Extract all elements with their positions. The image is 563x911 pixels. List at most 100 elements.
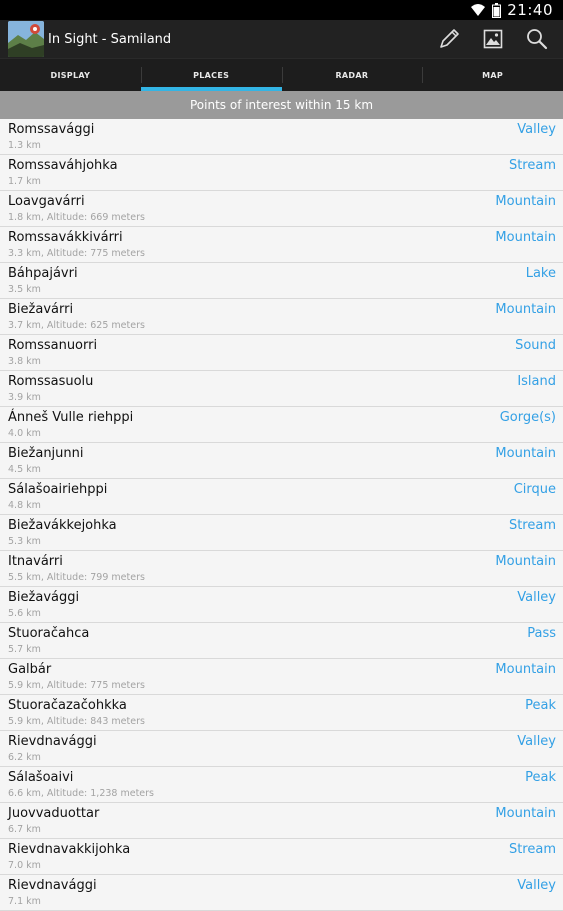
place-type: Valley [517, 734, 556, 749]
list-item[interactable]: Romssaváhjohka 1.7 km Stream [0, 155, 563, 191]
place-type: Sound [515, 338, 556, 353]
place-detail: 6.2 km [8, 752, 41, 763]
place-type: Pass [527, 626, 556, 641]
place-detail: 4.5 km [8, 464, 41, 475]
list-item[interactable]: Biežanjunni 4.5 km Mountain [0, 443, 563, 479]
place-name: Ánneš Vulle riehppi [8, 410, 134, 425]
list-item[interactable]: Itnavárri 5.5 km, Altitude: 799 meters Mou… [0, 551, 563, 587]
place-detail: 1.7 km [8, 176, 41, 187]
place-type: Mountain [495, 806, 556, 821]
list-item[interactable]: Sálašoaivi 6.6 km, Altitude: 1,238 meters… [0, 767, 563, 803]
place-type: Gorge(s) [499, 410, 556, 425]
place-detail: 6.7 km [8, 824, 41, 835]
place-detail: 5.7 km [8, 644, 41, 655]
place-detail: 5.5 km, Altitude: 799 meters [8, 572, 145, 583]
wifi-icon [470, 3, 486, 17]
list-item[interactable]: Romssanuorri 3.8 km Sound [0, 335, 563, 371]
list-item[interactable]: Romssavákkivárri 3.3 km, Altitude: 775 me… [0, 227, 563, 263]
list-item[interactable]: Loavgavárri 1.8 km, Altitude: 669 meters M… [0, 191, 563, 227]
place-name: Biežanjunni [8, 446, 84, 461]
tab-map[interactable]: MAP [422, 59, 563, 91]
place-name: Rievdnavággi [8, 734, 97, 749]
place-type: Lake [525, 266, 556, 281]
place-type: Mountain [495, 446, 556, 461]
place-name: Biežavákkejohka [8, 518, 117, 533]
app-title: In Sight - Samiland [48, 31, 172, 47]
place-detail: 5.6 km [8, 608, 41, 619]
place-type: Stream [508, 842, 556, 857]
place-detail: 6.6 km, Altitude: 1,238 meters [8, 788, 155, 799]
list-item[interactable]: Ánneš Vulle riehppi 4.0 km Gorge(s) [0, 407, 563, 443]
tab-display[interactable]: DISPLAY [0, 59, 141, 91]
place-name: Romssavággi [8, 122, 95, 137]
place-detail: 3.3 km, Altitude: 775 meters [8, 248, 145, 259]
place-type: Mountain [495, 302, 556, 317]
section-header: Points of interest within 15 km [0, 91, 563, 119]
place-name: Stuoračazačohkka [8, 698, 127, 713]
list-item[interactable]: Biežavággi 5.6 km Valley [0, 587, 563, 623]
place-type: Cirque [513, 482, 556, 497]
list-item[interactable]: Galbár 5.9 km, Altitude: 775 meters Mounta… [0, 659, 563, 695]
status-bar: 21:40 [0, 0, 563, 20]
status-time: 21:40 [507, 1, 553, 19]
place-name: Sálašoairiehppi [8, 482, 108, 497]
place-detail: 5.9 km, Altitude: 843 meters [8, 716, 145, 727]
list-item[interactable]: Juovvaduottar 6.7 km Mountain [0, 803, 563, 839]
tab-places[interactable]: PLACES [140, 59, 282, 91]
place-type: Peak [525, 770, 556, 785]
place-name: Rievdnavakkijohka [8, 842, 131, 857]
place-detail: 5.3 km [8, 536, 41, 547]
place-name: Juovvaduottar [8, 806, 100, 821]
place-name: Báhpajávri [8, 266, 78, 281]
list-item[interactable]: Biežavárri 3.7 km, Altitude: 625 meters Mo… [0, 299, 563, 335]
place-type: Stream [508, 158, 556, 173]
list-item[interactable]: Báhpajávri 3.5 km Lake [0, 263, 563, 299]
poi-list: Romssavággi 1.3 km Valley Romssaváhjohka 1.7… [0, 119, 563, 911]
place-type: Valley [517, 590, 556, 605]
place-detail: 7.0 km [8, 860, 41, 871]
place-detail: 5.9 km, Altitude: 775 meters [8, 680, 145, 691]
place-name: Romssanuorri [8, 338, 98, 353]
list-item[interactable]: Rievdnavággi 6.2 km Valley [0, 731, 563, 767]
list-item[interactable]: Rievdnavággi 7.1 km Valley [0, 875, 563, 911]
place-type: Mountain [495, 662, 556, 677]
list-item[interactable]: Biežavákkejohka 5.3 km Stream [0, 515, 563, 551]
list-item[interactable]: Stuoračahca 5.7 km Pass [0, 623, 563, 659]
list-item[interactable]: Stuoračazačohkka 5.9 km, Altitude: 843 me… [0, 695, 563, 731]
place-type: Mountain [495, 230, 556, 245]
place-name: Romssasuolu [8, 374, 94, 389]
place-detail: 4.8 km [8, 500, 41, 511]
place-detail: 3.8 km [8, 356, 41, 367]
place-name: Itnavárri [8, 554, 63, 569]
place-name: Galbár [8, 662, 52, 677]
place-name: Sálašoaivi [8, 770, 74, 785]
image-icon[interactable] [479, 25, 507, 53]
place-detail: 1.3 km [8, 140, 41, 151]
place-detail: 4.0 km [8, 428, 41, 439]
place-name: Romssaváhjohka [8, 158, 118, 173]
place-name: Loavgavárri [8, 194, 85, 209]
place-type: Valley [517, 878, 556, 893]
app-logo-icon[interactable] [8, 21, 44, 57]
place-type: Mountain [495, 554, 556, 569]
place-detail: 1.8 km, Altitude: 669 meters [8, 212, 145, 223]
list-item[interactable]: Romssasuolu 3.9 km Island [0, 371, 563, 407]
place-detail: 3.5 km [8, 284, 41, 295]
list-item[interactable]: Romssavággi 1.3 km Valley [0, 119, 563, 155]
tab-radar[interactable]: RADAR [281, 59, 423, 91]
pencil-icon[interactable] [435, 25, 463, 53]
place-name: Biežavárri [8, 302, 74, 317]
tab-bar: DISPLAY PLACES RADAR MAP [0, 59, 563, 91]
place-detail: 3.9 km [8, 392, 41, 403]
place-type: Valley [517, 122, 556, 137]
place-type: Peak [525, 698, 556, 713]
place-detail: 7.1 km [8, 896, 41, 907]
battery-icon [492, 2, 502, 18]
list-item[interactable]: Rievdnavakkijohka 7.0 km Stream [0, 839, 563, 875]
place-name: Stuoračahca [8, 626, 90, 641]
place-type: Stream [508, 518, 556, 533]
list-item[interactable]: Sálašoairiehppi 4.8 km Cirque [0, 479, 563, 515]
action-bar: In Sight - Samiland [0, 20, 563, 59]
place-detail: 3.7 km, Altitude: 625 meters [8, 320, 145, 331]
search-icon[interactable] [523, 25, 551, 53]
